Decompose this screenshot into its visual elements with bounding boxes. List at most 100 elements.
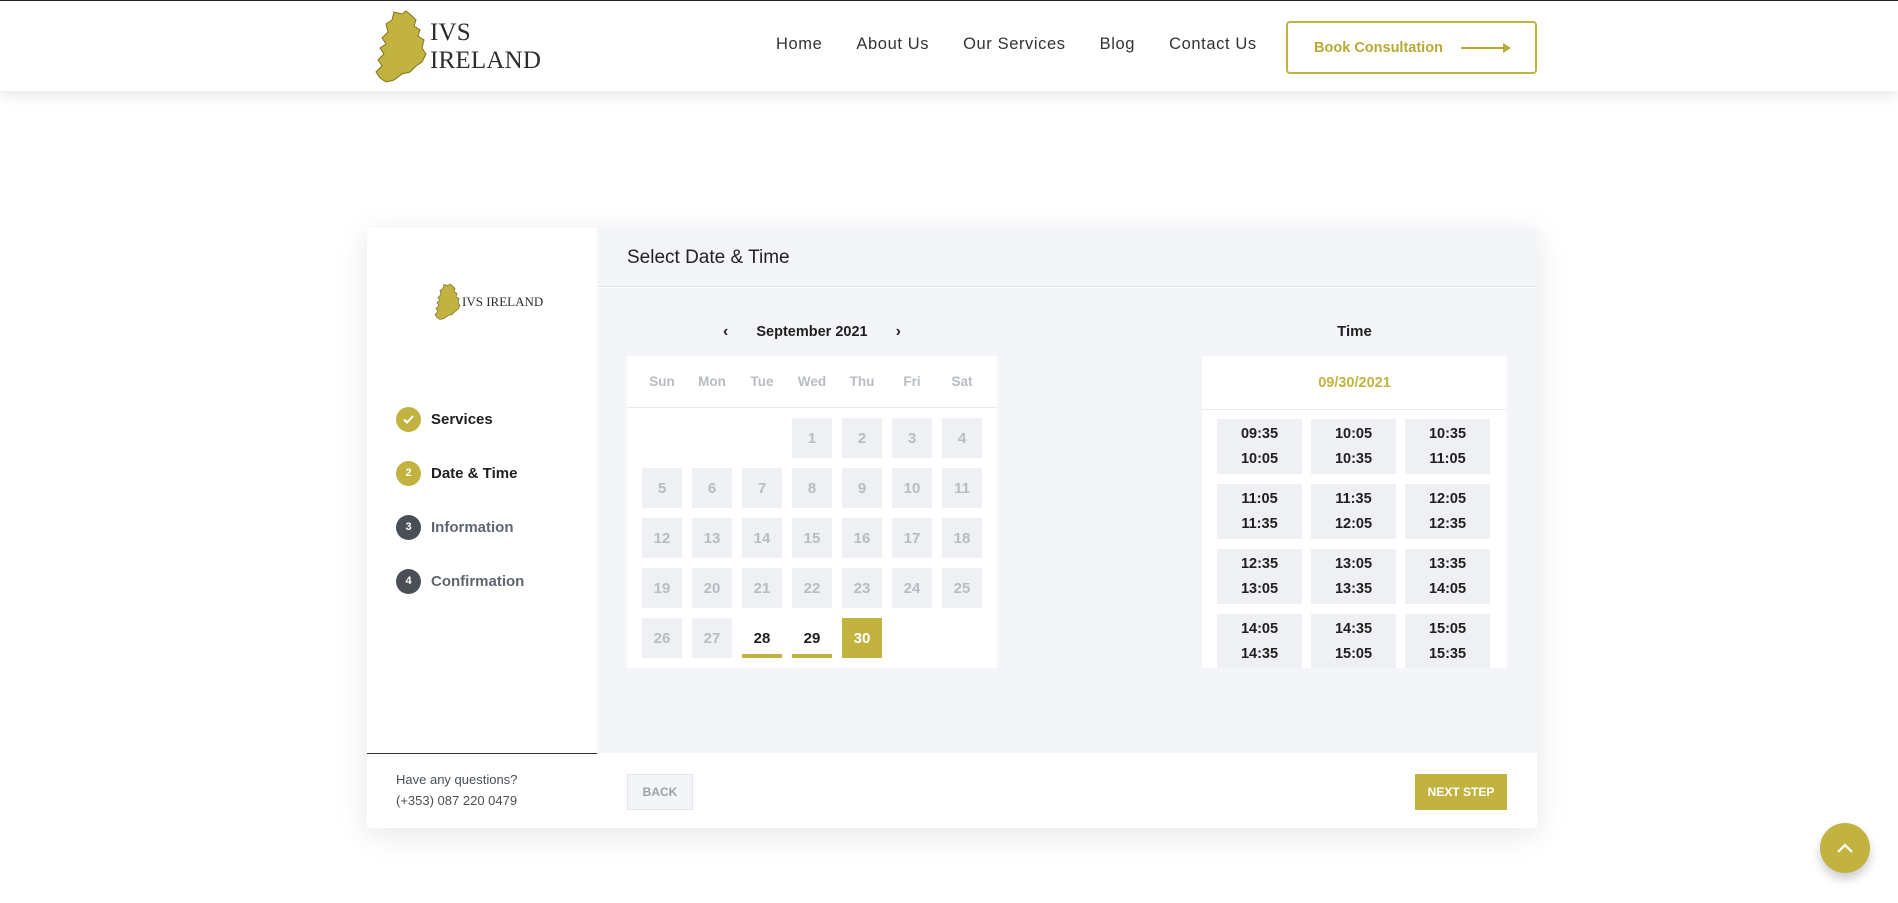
- book-consultation-button[interactable]: Book Consultation: [1286, 21, 1537, 74]
- calendar-day: 1: [792, 418, 832, 458]
- calendar-day[interactable]: 29: [792, 618, 832, 658]
- check-icon: [396, 406, 421, 432]
- step-information[interactable]: 3 Information: [396, 500, 524, 554]
- calendar-day: 15: [792, 518, 832, 558]
- booking-steps: Services 2 Date & Time 3 Information 4 C…: [396, 392, 524, 608]
- calendar-day: 25: [942, 568, 982, 608]
- time-slot[interactable]: 11:05 11:35: [1217, 484, 1302, 539]
- calendar-day: 2: [842, 418, 882, 458]
- calendar-day: 7: [742, 468, 782, 508]
- calendar-day: 26: [642, 618, 682, 658]
- calendar-blank: [692, 418, 732, 458]
- time-slot[interactable]: 12:35 13:05: [1217, 549, 1302, 604]
- calendar-day: 14: [742, 518, 782, 558]
- next-step-button[interactable]: NEXT STEP: [1415, 774, 1507, 810]
- nav-blog[interactable]: Blog: [1100, 35, 1135, 54]
- calendar-day: 11: [942, 468, 982, 508]
- time-slot[interactable]: 10:35 11:05: [1405, 419, 1490, 474]
- step-footer: BACK NEXT STEP: [597, 753, 1537, 828]
- time-slot-end: 14:05: [1428, 580, 1467, 597]
- weekday-label: Wed: [797, 374, 827, 389]
- phone-number[interactable]: (+353) 087 220 0479: [396, 793, 597, 808]
- booking-widget: IVS IRELAND Services 2 Date & Time 3 Inf…: [367, 228, 1537, 828]
- calendar-month: September 2021: [756, 324, 868, 340]
- chevron-up-icon: [1837, 843, 1853, 853]
- calendar-day: 18: [942, 518, 982, 558]
- calendar-blank: [642, 418, 682, 458]
- weekday-label: Thu: [849, 374, 875, 389]
- time-slot[interactable]: 09:35 10:05: [1217, 419, 1302, 474]
- time-slot[interactable]: 13:05 13:35: [1311, 549, 1396, 604]
- scroll-to-top-button[interactable]: [1820, 823, 1870, 873]
- calendar: Sun Mon Tue Wed Thu Fri Sat 1 2 3 4 5 6 7 8 9 10 11 12 13 1…: [627, 356, 997, 668]
- time-slot-start: 13:05: [1334, 555, 1373, 572]
- step-number: 3: [396, 514, 421, 540]
- time-slot-end: 10:35: [1334, 450, 1373, 467]
- calendar-day[interactable]: 28: [742, 618, 782, 658]
- step-confirmation[interactable]: 4 Confirmation: [396, 554, 524, 608]
- time-slot-end: 15:05: [1334, 645, 1373, 662]
- chevron-right-icon[interactable]: ›: [896, 323, 901, 341]
- calendar-day: 22: [792, 568, 832, 608]
- calendar-day: 17: [892, 518, 932, 558]
- time-slot-start: 10:05: [1334, 425, 1373, 442]
- booking-sidebar: IVS IRELAND Services 2 Date & Time 3 Inf…: [367, 228, 597, 828]
- time-slot-start: 15:05: [1428, 620, 1467, 637]
- calendar-day: 9: [842, 468, 882, 508]
- nav-contact-us[interactable]: Contact Us: [1169, 35, 1257, 54]
- calendar-day: 3: [892, 418, 932, 458]
- sidebar-logo: IVS IRELAND: [433, 283, 543, 321]
- calendar-day: 8: [792, 468, 832, 508]
- step-date-time[interactable]: 2 Date & Time: [396, 446, 524, 500]
- time-slot[interactable]: 10:05 10:35: [1311, 419, 1396, 474]
- nav-our-services[interactable]: Our Services: [963, 35, 1066, 54]
- step-services[interactable]: Services: [396, 392, 524, 446]
- main-nav: Home About Us Our Services Blog Contact …: [776, 35, 1291, 54]
- calendar-day: 4: [942, 418, 982, 458]
- time-slot-end: 11:35: [1241, 515, 1278, 532]
- time-slot-start: 14:35: [1334, 620, 1373, 637]
- ireland-map-icon: [434, 283, 461, 320]
- time-slot[interactable]: 15:05 15:35: [1405, 614, 1490, 668]
- book-consultation-label: Book Consultation: [1314, 39, 1443, 56]
- calendar-day: 19: [642, 568, 682, 608]
- time-slot[interactable]: 11:35 12:05: [1311, 484, 1396, 539]
- calendar-nav: ‹ September 2021 ›: [627, 322, 997, 342]
- time-slot[interactable]: 14:35 15:05: [1311, 614, 1396, 668]
- time-slot-end: 10:05: [1240, 450, 1279, 467]
- step-label: Services: [431, 410, 493, 428]
- calendar-day: 5: [642, 468, 682, 508]
- time-slot-start: 09:35: [1240, 425, 1279, 442]
- weekday-label: Sun: [649, 374, 675, 389]
- step-label: Confirmation: [431, 572, 525, 590]
- time-slot[interactable]: 14:05 14:35: [1217, 614, 1302, 668]
- weekday-label: Tue: [750, 374, 774, 389]
- chevron-left-icon[interactable]: ‹: [723, 323, 728, 341]
- step-label: Information: [431, 518, 514, 536]
- back-button[interactable]: BACK: [627, 774, 693, 810]
- step-header: Select Date & Time: [597, 228, 1537, 287]
- calendar-day: 6: [692, 468, 732, 508]
- sidebar-brand-name: IVS IRELAND: [462, 294, 544, 309]
- sidebar-contact: Have any questions? (+353) 087 220 0479: [367, 753, 597, 828]
- time-slot-start: 12:35: [1240, 555, 1279, 572]
- time-slot-start: 11:05: [1241, 490, 1278, 507]
- step-title: Select Date & Time: [627, 247, 790, 268]
- weekday-label: Sat: [951, 374, 973, 389]
- site-header: IVS IRELAND Home About Us Our Services B…: [0, 1, 1898, 91]
- step-label: Date & Time: [431, 464, 518, 482]
- time-slot[interactable]: 13:35 14:05: [1405, 549, 1490, 604]
- calendar-day[interactable]: 30: [842, 618, 882, 658]
- time-slot[interactable]: 12:05 12:35: [1405, 484, 1490, 539]
- weekday-label: Fri: [903, 374, 921, 389]
- nav-home[interactable]: Home: [776, 35, 822, 54]
- calendar-day: 23: [842, 568, 882, 608]
- time-slot-start: 12:05: [1428, 490, 1467, 507]
- calendar-day: 16: [842, 518, 882, 558]
- calendar-days: 1 2 3 4 5 6 7 8 9 10 11 12 13 14 15 16 17 18 19 20 21 22 23 24 2…: [627, 408, 997, 658]
- nav-about-us[interactable]: About Us: [856, 35, 929, 54]
- site-logo[interactable]: IVS IRELAND: [372, 9, 572, 84]
- step-number: 4: [396, 568, 421, 594]
- calendar-blank: [742, 418, 782, 458]
- arrow-right-icon: [1460, 42, 1511, 53]
